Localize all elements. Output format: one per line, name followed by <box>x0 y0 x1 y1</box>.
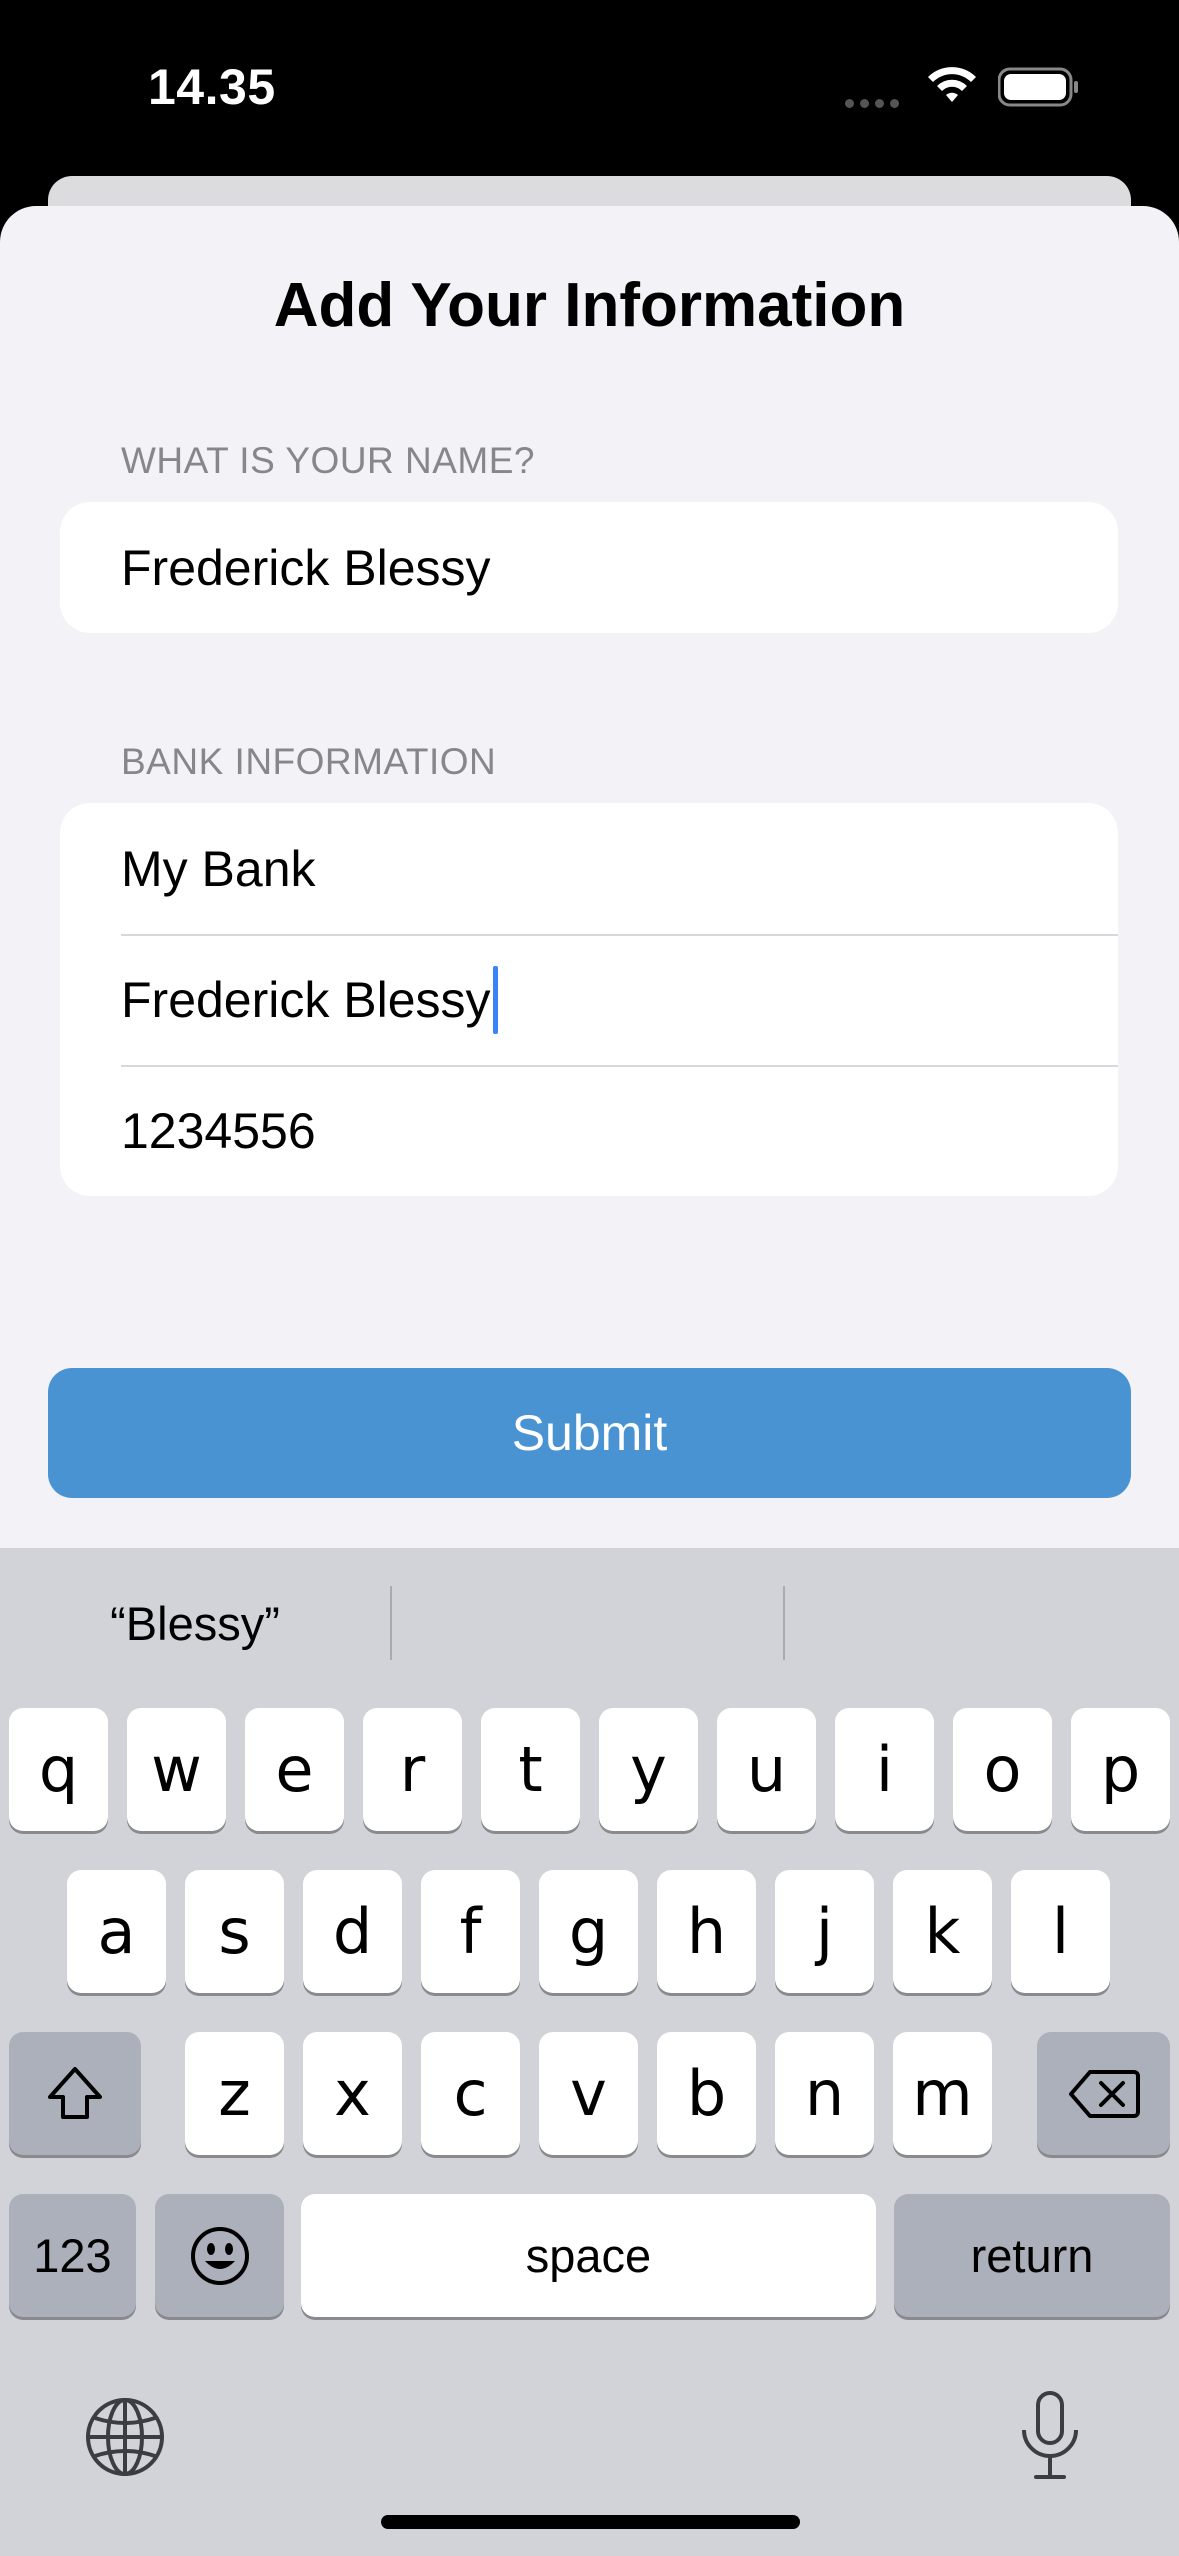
bank-name-row[interactable]: My Bank <box>60 803 1118 934</box>
emoji-icon <box>190 2226 249 2285</box>
key-t[interactable]: t <box>481 1708 580 1831</box>
key-r[interactable]: r <box>363 1708 462 1831</box>
key-b[interactable]: b <box>657 2032 756 2155</box>
key-x[interactable]: x <box>303 2032 402 2155</box>
account-holder-field[interactable]: Frederick Blessy <box>121 971 491 1029</box>
key-c[interactable]: c <box>421 2032 520 2155</box>
suggestion-bar: “Blessy” <box>0 1548 1179 1698</box>
globe-icon[interactable] <box>84 2396 166 2478</box>
submit-button[interactable]: Submit <box>48 1368 1131 1498</box>
keyboard: “Blessy” q w e r t y u i o p a s d f g h… <box>0 1548 1179 2556</box>
key-l[interactable]: l <box>1011 1870 1110 1993</box>
account-holder-row[interactable]: Frederick Blessy <box>60 934 1118 1065</box>
numbers-key[interactable]: 123 <box>9 2194 136 2317</box>
key-y[interactable]: y <box>599 1708 698 1831</box>
home-indicator <box>381 2515 800 2529</box>
name-field[interactable]: Frederick Blessy <box>121 539 491 597</box>
suggestion-item[interactable] <box>785 1578 1179 1668</box>
bank-card: My Bank Frederick Blessy 1234556 <box>60 803 1118 1196</box>
bank-name-field[interactable]: My Bank <box>121 840 316 898</box>
key-e[interactable]: e <box>245 1708 344 1831</box>
microphone-icon[interactable] <box>1018 2390 1082 2482</box>
key-j[interactable]: j <box>775 1870 874 1993</box>
text-cursor <box>492 965 498 1034</box>
key-m[interactable]: m <box>893 2032 992 2155</box>
name-section-header: WHAT IS YOUR NAME? <box>121 440 536 481</box>
key-v[interactable]: v <box>539 2032 638 2155</box>
key-h[interactable]: h <box>657 1870 756 1993</box>
shift-icon <box>48 2066 102 2119</box>
status-bar: 14.35 <box>0 0 1179 175</box>
key-q[interactable]: q <box>9 1708 108 1831</box>
status-time: 14.35 <box>148 59 276 115</box>
key-n[interactable]: n <box>775 2032 874 2155</box>
key-w[interactable]: w <box>127 1708 226 1831</box>
key-k[interactable]: k <box>893 1870 992 1993</box>
name-card: Frederick Blessy <box>60 502 1118 633</box>
key-a[interactable]: a <box>67 1870 166 1993</box>
key-p[interactable]: p <box>1071 1708 1170 1831</box>
bank-section-header: BANK INFORMATION <box>121 741 497 782</box>
name-row[interactable]: Frederick Blessy <box>60 502 1118 633</box>
emoji-key[interactable] <box>155 2194 284 2317</box>
delete-key[interactable] <box>1037 2032 1170 2155</box>
key-u[interactable]: u <box>717 1708 816 1831</box>
key-g[interactable]: g <box>539 1870 638 1993</box>
key-d[interactable]: d <box>303 1870 402 1993</box>
cellular-signal-icon <box>845 95 905 108</box>
key-z[interactable]: z <box>185 2032 284 2155</box>
account-number-field[interactable]: 1234556 <box>121 1102 316 1160</box>
suggestion-item[interactable]: “Blessy” <box>0 1578 390 1668</box>
battery-icon <box>998 67 1078 107</box>
shift-key[interactable] <box>9 2032 141 2155</box>
suggestion-item[interactable] <box>392 1578 782 1668</box>
key-f[interactable]: f <box>421 1870 520 1993</box>
backspace-icon <box>1068 2069 1140 2118</box>
return-key[interactable]: return <box>894 2194 1170 2317</box>
page-title: Add Your Information <box>273 271 906 340</box>
space-key[interactable]: space <box>301 2194 876 2317</box>
wifi-icon <box>928 67 976 102</box>
key-o[interactable]: o <box>953 1708 1052 1831</box>
key-s[interactable]: s <box>185 1870 284 1993</box>
account-number-row[interactable]: 1234556 <box>60 1065 1118 1196</box>
key-i[interactable]: i <box>835 1708 934 1831</box>
